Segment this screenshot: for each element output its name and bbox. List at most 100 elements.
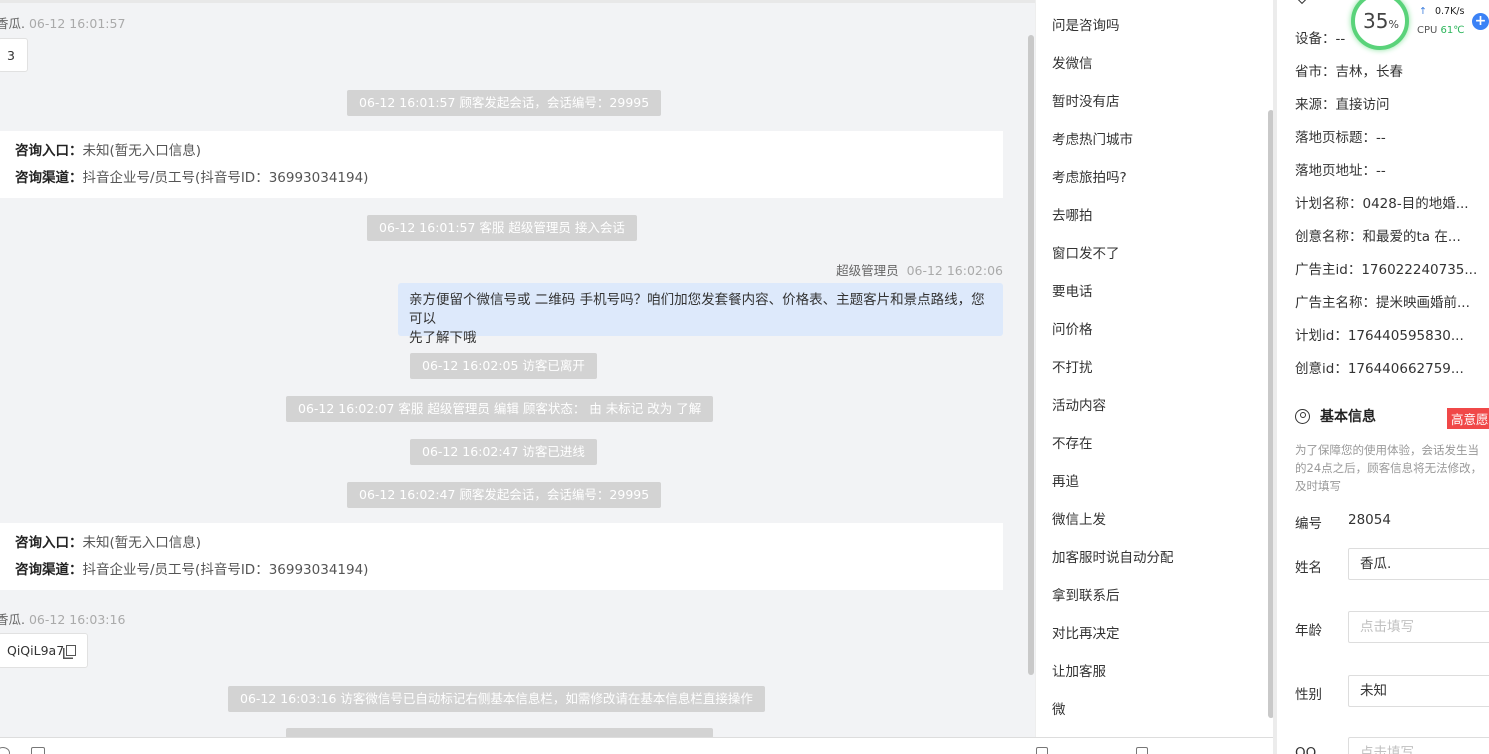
source-landing-title: 落地页标题：-- xyxy=(1295,130,1386,146)
source-plan-id: 计划id：176440595830... xyxy=(1295,328,1464,344)
message-meta: 超级管理员 06-12 16:02:06 xyxy=(836,260,1003,279)
quick-reply-item[interactable]: 不存在 xyxy=(1052,432,1093,452)
cpu-percent-value: 35 xyxy=(1363,9,1389,33)
id-label: 编号 xyxy=(1295,516,1322,532)
quick-reply-item[interactable]: 考虑热门城市 xyxy=(1052,128,1133,148)
sender-name: 香瓜. xyxy=(0,16,25,31)
intent-tag[interactable]: 高意愿 xyxy=(1447,408,1489,429)
quick-reply-item[interactable]: 暂时没有店 xyxy=(1052,90,1120,110)
source-origin: 来源：直接访问 xyxy=(1295,97,1390,113)
age-field[interactable]: 点击填写 xyxy=(1348,611,1489,643)
source-device: 设备：-- xyxy=(1295,31,1346,47)
qq-field[interactable]: 点击填写 xyxy=(1348,737,1489,754)
image-icon[interactable] xyxy=(31,747,45,754)
quick-reply-item[interactable]: 去哪拍 xyxy=(1052,204,1093,224)
source-advertiser-id: 广告主id：176022240735... xyxy=(1295,262,1478,278)
quick-reply-item[interactable]: 考虑旅拍吗? xyxy=(1052,166,1127,186)
copy-icon[interactable] xyxy=(66,645,77,656)
name-label: 姓名 xyxy=(1295,560,1322,576)
upload-arrow-icon: ↑ xyxy=(1419,6,1427,17)
message-meta: 香瓜. 06-12 16:03:16 xyxy=(0,609,125,628)
quick-reply-item[interactable]: 微信上发 xyxy=(1052,508,1106,528)
quick-reply-item[interactable]: 对比再决定 xyxy=(1052,622,1120,642)
message-time: 06-12 16:02:06 xyxy=(906,263,1003,278)
quick-reply-item[interactable]: 再追 xyxy=(1052,470,1079,490)
name-field[interactable]: 香瓜. xyxy=(1348,548,1489,580)
network-speed: ↑ 0.7K/s xyxy=(1419,6,1464,17)
consult-info-card: 咨询入口：未知(暂无入口信息) 咨询渠道：抖音企业号/员工号(抖音号ID：369… xyxy=(0,523,1003,590)
cpu-label: CPU xyxy=(1417,25,1438,36)
quick-reply-item[interactable]: 要电话 xyxy=(1052,280,1093,300)
cpu-monitor-widget[interactable]: 35% ↑ 0.7K/s CPU 61℃ + xyxy=(1351,0,1489,50)
visitor-message[interactable]: 3 xyxy=(0,38,28,72)
message-text: QiQiL9a7 xyxy=(7,643,65,658)
source-creative-id: 创意id：176440662759... xyxy=(1295,361,1464,377)
source-province: 省市：吉林，长春 xyxy=(1295,64,1403,80)
system-message: 06-12 16:02:47 访客已进线 xyxy=(410,439,597,465)
user-icon xyxy=(1295,408,1310,424)
message-text-line: 亲方便留个微信号或 二维码 手机号吗？咱们加您发套餐内容、价格表、主题客片和景点… xyxy=(409,292,985,327)
network-speed-value: 0.7K/s xyxy=(1434,6,1465,17)
quick-reply-item[interactable]: 问是咨询吗 xyxy=(1052,14,1120,34)
chat-panel[interactable]: 香瓜. 06-12 16:01:57 3 06-12 16:01:57 顾客发起… xyxy=(0,0,1035,737)
chat-scrollbar[interactable] xyxy=(1028,35,1034,675)
checkbox-icon[interactable] xyxy=(1136,747,1148,754)
channel-value: 抖音企业号/员工号(抖音号ID：36993034194) xyxy=(82,170,369,186)
quick-reply-item[interactable]: 活动内容 xyxy=(1052,394,1106,414)
entry-value: 未知(暂无入口信息) xyxy=(82,535,202,551)
id-value: 28054 xyxy=(1348,512,1391,528)
quick-reply-item[interactable]: 拿到联系后 xyxy=(1052,584,1120,604)
source-landing-url: 落地页地址：-- xyxy=(1295,163,1386,179)
system-message: 06-12 16:03:16 访客微信号已自动标记右侧基本信息栏，如需修改请在基… xyxy=(228,686,765,712)
sender-name: 超级管理员 xyxy=(836,263,899,278)
message-text: 3 xyxy=(7,47,15,63)
customer-info-panel: 设备：-- 省市：吉林，长春 来源：直接访问 落地页标题：-- 落地页地址：--… xyxy=(1277,0,1489,754)
quick-reply-item[interactable]: 发微信 xyxy=(1052,52,1093,72)
cpu-percent-unit: % xyxy=(1388,18,1399,31)
entry-value: 未知(暂无入口信息) xyxy=(82,143,202,159)
sender-name: 香瓜. xyxy=(0,612,25,627)
consult-info-card: 咨询入口：未知(暂无入口信息) 咨询渠道：抖音企业号/员工号(抖音号ID：369… xyxy=(0,131,1003,198)
quick-reply-item[interactable]: 不打扰 xyxy=(1052,356,1093,376)
quick-reply-panel: 问是咨询吗发微信暂时没有店考虑热门城市 考虑旅拍吗? 去哪拍窗口发不了要电话问价格不… xyxy=(1035,0,1273,737)
channel-value: 抖音企业号/员工号(抖音号ID：36993034194) xyxy=(82,562,369,578)
channel-label: 咨询渠道： xyxy=(15,562,83,578)
visitor-message[interactable]: QiQiL9a7 xyxy=(0,633,88,668)
chat-top-border xyxy=(0,0,1035,3)
basic-info-header: 基本信息 xyxy=(1295,406,1376,426)
message-text-line: 先了解下哦 xyxy=(409,330,477,346)
quick-reply-item[interactable]: 加客服时说自动分配 xyxy=(1052,546,1174,566)
checkbox-icon[interactable] xyxy=(1036,747,1048,754)
emoji-icon[interactable] xyxy=(0,747,10,754)
system-message: 06-12 16:01:57 客服 超级管理员 接入会话 xyxy=(367,215,637,241)
chat-toolbar xyxy=(0,737,1273,754)
quick-reply-item[interactable]: 问价格 xyxy=(1052,318,1093,338)
qq-label: QQ xyxy=(1295,745,1317,754)
gender-label: 性别 xyxy=(1295,687,1322,703)
quick-reply-item[interactable]: 窗口发不了 xyxy=(1052,242,1120,262)
channel-label: 咨询渠道： xyxy=(15,170,83,186)
system-message-partial xyxy=(286,728,713,737)
message-time: 06-12 16:01:57 xyxy=(28,16,126,31)
system-message: 06-12 16:01:57 顾客发起会话，会话编号：29995 xyxy=(347,90,662,116)
edit-notice: 为了保障您的使用体验，会话发生当 的24点之后，顾客信息将无法修改， 及时填写 xyxy=(1295,441,1489,495)
source-advertiser-name: 广告主名称：提米映画婚前... xyxy=(1295,295,1470,311)
quick-reply-item[interactable]: 微 xyxy=(1052,698,1066,718)
message-time: 06-12 16:03:16 xyxy=(28,612,126,627)
edit-notice-line: 为了保障您的使用体验，会话发生当 xyxy=(1295,443,1479,457)
gender-select[interactable]: 未知 xyxy=(1348,675,1489,707)
plus-icon[interactable]: + xyxy=(1472,13,1489,30)
agent-message[interactable]: 亲方便留个微信号或 二维码 手机号吗？咱们加您发套餐内容、价格表、主题客片和景点… xyxy=(398,283,1003,346)
entry-label: 咨询入口： xyxy=(15,143,83,159)
cpu-percent: 35% xyxy=(1363,9,1399,33)
cpu-temperature: CPU 61℃ xyxy=(1417,25,1465,36)
entry-label: 咨询入口： xyxy=(15,535,83,551)
quick-reply-item[interactable]: 让加客服 xyxy=(1052,660,1106,680)
system-message: 06-12 16:02:47 顾客发起会话，会话编号：29995 xyxy=(347,482,662,508)
age-label: 年龄 xyxy=(1295,623,1322,639)
location-icon xyxy=(1294,0,1310,5)
edit-notice-line: 的24点之后，顾客信息将无法修改， xyxy=(1295,461,1483,475)
message-meta: 香瓜. 06-12 16:01:57 xyxy=(0,13,125,32)
system-message: 06-12 16:02:07 客服 超级管理员 编辑 顾客状态： 由 未标记 改… xyxy=(286,396,714,422)
source-plan-name: 计划名称：0428-目的地婚... xyxy=(1295,196,1469,212)
